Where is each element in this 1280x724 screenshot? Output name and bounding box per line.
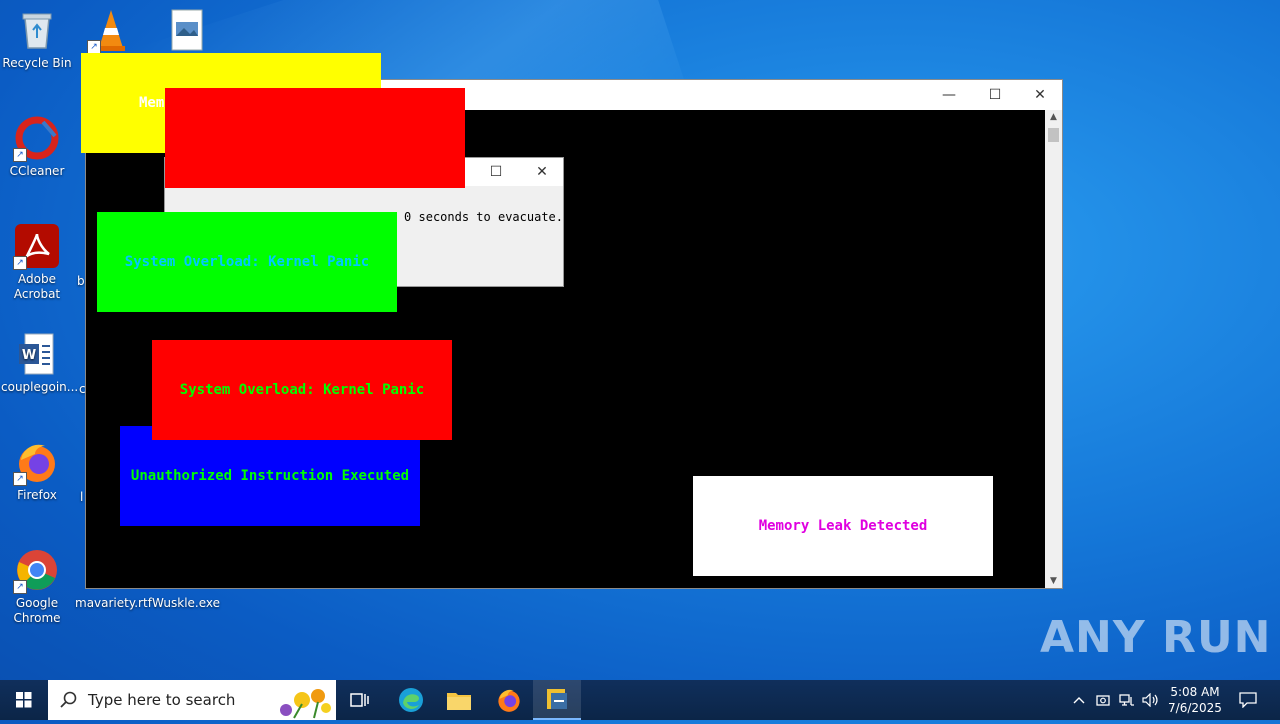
dialog-maximize-button[interactable]: ☐ [473,158,519,186]
clock-time: 5:08 AM [1170,685,1220,699]
close-button[interactable]: ✕ [1017,80,1063,110]
windows-logo-icon [16,692,32,708]
white-popup[interactable]: Memory Leak Detected [693,476,993,576]
chevron-up-icon [1073,697,1085,704]
edge-icon [399,688,423,712]
task-view-icon [350,693,369,707]
dialog-close-button[interactable]: ✕ [519,158,565,186]
search-highlight-flowers-icon [280,689,331,719]
folder-icon [447,693,471,710]
red-popup[interactable]: System Overload: Kernel Panic [152,340,452,440]
taskbar-file-explorer-button[interactable] [435,680,483,720]
desktop-icon-ccleaner[interactable]: ↗ CCleaner [1,116,73,179]
shortcut-arrow-icon: ↗ [13,148,27,162]
red-popup-text: System Overload: Kernel Panic [179,382,425,398]
shortcut-arrow-icon: ↗ [13,580,27,594]
tray-volume[interactable] [1140,680,1162,720]
tray-meet-now[interactable] [1092,680,1114,720]
scroll-down-icon[interactable]: ▼ [1045,574,1062,588]
anyrun-watermark: ANY RUN [1040,612,1272,663]
task-view-button[interactable] [336,680,384,720]
chrome-icon: ↗ [13,548,59,594]
taskbar-active-app-button[interactable] [533,680,581,720]
vertical-scrollbar[interactable]: ▲ ▼ [1045,110,1062,588]
white-popup-text: Memory Leak Detected [758,518,928,534]
speaker-icon [1142,693,1158,707]
icon-label: Recycle Bin [2,56,72,70]
firefox-icon: ↗ [13,440,59,486]
show-hidden-icons-button[interactable] [1066,680,1092,720]
shortcut-arrow-icon: ↗ [87,40,101,54]
network-icon [1119,694,1134,706]
icon-label: Firefox [17,488,57,502]
camera-icon [1096,695,1110,706]
shortcut-arrow-icon: ↗ [13,472,27,486]
action-center-button[interactable] [1228,680,1268,720]
shortcut-arrow-icon: ↗ [13,256,27,270]
icon-label: CCleaner [9,164,65,178]
partial-icon-label: b [77,274,85,288]
icon-label: mavariety.rtf [75,596,152,610]
svg-text:W: W [22,348,36,363]
partial-icon-label: l [80,490,84,504]
icon-label: couplegoin... [1,380,79,394]
taskbar-edge-button[interactable] [387,680,435,720]
scroll-thumb[interactable] [1048,128,1059,142]
green-popup[interactable]: System Overload: Kernel Panic [97,212,397,312]
vlc-icon: ↗ [87,8,133,54]
desktop-icon-recycle-bin[interactable]: Recycle Bin [1,8,73,71]
clock-date: 7/6/2025 [1168,701,1222,715]
desktop-icon-firefox[interactable]: ↗ Firefox [1,440,73,503]
ccleaner-icon: ↗ [13,116,59,162]
taskbar: Type here to search 5:08 AM 7/6/2025 [0,680,1280,720]
tray-network[interactable] [1116,680,1138,720]
desktop-icon-google-chrome[interactable]: ↗ Google Chrome [1,548,73,626]
icon-label: Google Chrome [13,596,61,625]
minimize-button[interactable]: — [926,80,972,110]
python-app-icon [547,689,567,709]
search-icon [60,691,77,708]
blue-popup-text: Unauthorized Instruction Executed [130,468,410,484]
yellow-popup-text: Mem [139,95,165,111]
desktop-icon-word-document[interactable]: W couplegoin... [1,332,79,395]
word-document-icon: W [15,332,59,376]
desktop-icon-vlc[interactable]: ↗ [75,8,147,56]
taskbar-firefox-button[interactable] [485,680,533,720]
red-popup-top[interactable] [165,88,465,188]
search-placeholder: Type here to search [88,691,236,709]
icon-label: Wuskle.exe [151,596,221,610]
taskbar-clock[interactable]: 5:08 AM 7/6/2025 [1164,684,1226,716]
scroll-up-icon[interactable]: ▲ [1045,110,1062,124]
green-popup-text: System Overload: Kernel Panic [124,254,370,270]
image-file-icon [164,8,208,52]
start-button[interactable] [0,680,48,720]
icon-label: Adobe Acrobat [13,272,61,301]
blue-popup[interactable]: Unauthorized Instruction Executed [120,426,420,526]
notification-icon [1239,692,1257,708]
adobe-acrobat-icon: ↗ [13,224,59,270]
desktop-icon-adobe-acrobat[interactable]: ↗ Adobe Acrobat [1,224,73,302]
recycle-bin-icon [15,8,59,52]
taskbar-search-box[interactable]: Type here to search [48,680,336,720]
maximize-button[interactable]: ☐ [972,80,1018,110]
firefox-icon [498,689,520,712]
desktop-icon-image-file[interactable] [150,8,222,56]
